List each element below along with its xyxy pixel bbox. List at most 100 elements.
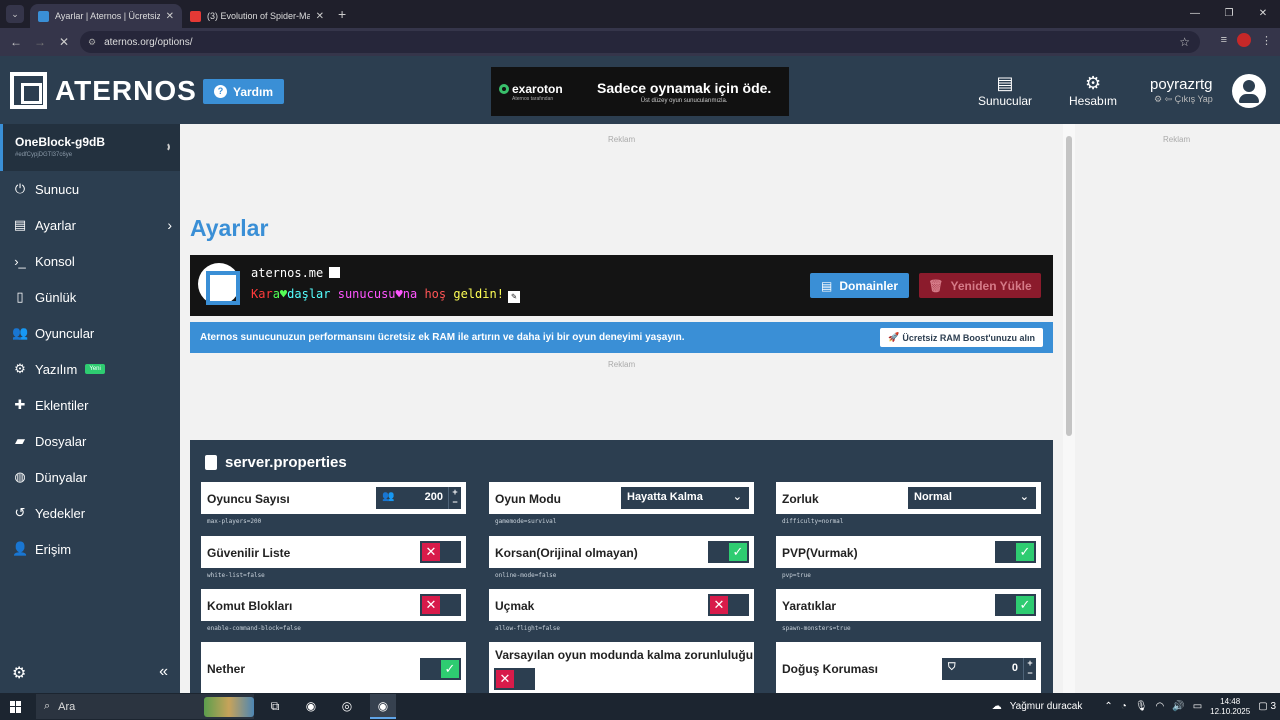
server-selector[interactable]: OneBlock-g9dB #edfCypjDGTl37c6ye	[0, 124, 180, 171]
prop-spawn-protection: Doğuş Koruması ⛉ 0 + −	[776, 642, 1041, 693]
notification-icon[interactable]: ▢ 3	[1258, 701, 1276, 712]
sidebar-item-gunluk[interactable]: ▯ Günlük	[0, 279, 180, 315]
aternos-logo[interactable]: ATERNOS	[10, 72, 197, 109]
sidebar-item-dunyalar[interactable]: ◍ Dünyalar	[0, 459, 180, 495]
help-label: Yardım	[232, 84, 274, 99]
restore-icon[interactable]: ❐	[1212, 0, 1246, 28]
taskbar-search[interactable]: ⌕ Ara	[36, 694, 254, 719]
ram-boost-button[interactable]: 🚀 Ücretsiz RAM Boost'unuzu alın	[880, 328, 1043, 347]
tab-search-icon[interactable]: ⌄	[6, 5, 24, 23]
prop-white-list: Güvenilir Liste ✕ white-list=false	[201, 536, 466, 579]
minimize-icon[interactable]: —	[1178, 0, 1212, 28]
x-icon: ✕	[422, 596, 440, 614]
aternos-logo-icon	[10, 72, 47, 109]
sidebar-item-label: Eklentiler	[35, 397, 89, 413]
logout-link[interactable]: ⚙ ⇦ Çıkış Yap	[1154, 94, 1213, 105]
x-icon: ✕	[422, 543, 440, 561]
weather-icon[interactable]: ☁	[992, 701, 1002, 712]
reload-button[interactable]: 🗑 Yeniden Yükle	[919, 273, 1041, 298]
props-title: server.properties	[205, 454, 347, 471]
server-address[interactable]: aternos.me	[251, 266, 341, 280]
app-icon[interactable]: ◎	[334, 694, 360, 719]
tray-chevron-icon[interactable]: ⌃	[1104, 701, 1112, 712]
close-tab-icon[interactable]: ✕	[316, 11, 324, 22]
plus-minus-buttons[interactable]: + −	[1023, 658, 1036, 680]
prop-label: Uçmak	[495, 599, 535, 613]
logout-label: Çıkış Yap	[1174, 94, 1213, 104]
white-list-toggle[interactable]: ✕	[420, 541, 461, 563]
stop-loading-icon[interactable]: ✕	[52, 35, 76, 49]
avatar[interactable]	[1232, 74, 1266, 108]
notification-count: 3	[1270, 701, 1276, 712]
help-button[interactable]: ? Yardım	[203, 79, 284, 104]
sidebar-item-erisim[interactable]: 👤 Erişim	[0, 531, 180, 567]
prop-key: white-list=false	[207, 572, 265, 579]
close-window-icon[interactable]: ✕	[1246, 0, 1280, 28]
settings-gear-icon[interactable]: ⚙	[12, 663, 26, 683]
wifi-icon[interactable]: ◠	[1156, 701, 1165, 712]
nether-toggle[interactable]: ✓	[420, 658, 461, 680]
url-text: aternos.org/options/	[104, 36, 193, 48]
check-icon: ✓	[441, 660, 459, 678]
sidebar-item-eklentiler[interactable]: ✚ Eklentiler	[0, 387, 180, 423]
new-tab-button[interactable]: +	[338, 6, 346, 22]
pvp-toggle[interactable]: ✓	[995, 541, 1036, 563]
back-icon[interactable]: ←	[4, 35, 28, 49]
sidebar-item-konsol[interactable]: ›_ Konsol	[0, 243, 180, 279]
sidebar-item-oyuncular[interactable]: 👥 Oyuncular	[0, 315, 180, 351]
domains-button[interactable]: ▤ Domainler	[810, 273, 909, 298]
page-title: Ayarlar	[190, 215, 269, 241]
search-highlight-image	[204, 696, 254, 717]
online-mode-toggle[interactable]: ✓	[708, 541, 749, 563]
exaroton-ad-banner[interactable]: exaroton Aternos tarafından Sadece oynam…	[491, 67, 789, 116]
chrome-icon[interactable]: ◉	[370, 694, 396, 719]
sidebar-item-yazilim[interactable]: ⚙ Yazılım Yeni	[0, 351, 180, 387]
steam-icon[interactable]: ◉	[298, 694, 324, 719]
plus-minus-buttons[interactable]: + −	[448, 487, 461, 509]
mic-icon[interactable]: 🎙	[1135, 701, 1148, 712]
collapse-sidebar-icon[interactable]: «	[159, 663, 168, 683]
battery-icon[interactable]: ▭	[1193, 701, 1202, 712]
edit-icon[interactable]: ✎	[507, 291, 520, 303]
site-info-icon[interactable]: ⚙	[88, 37, 96, 48]
profile-icon[interactable]	[1237, 33, 1251, 47]
allow-flight-toggle[interactable]: ✕	[708, 594, 749, 616]
page-scrollbar[interactable]	[1063, 124, 1075, 693]
sidebar-item-ayarlar[interactable]: ▤ Ayarlar ›	[0, 207, 180, 243]
scrollbar-thumb[interactable]	[1066, 136, 1072, 436]
gamemode-select[interactable]: Hayatta Kalma ⌄	[621, 487, 749, 509]
network-icon[interactable]: ◔	[1121, 701, 1127, 712]
volume-icon[interactable]: 🔊	[1172, 701, 1184, 712]
windows-start-icon[interactable]	[10, 700, 22, 713]
sidebar-item-label: Oyuncular	[35, 325, 95, 341]
prop-label: Komut Blokları	[207, 599, 293, 613]
sidebar: OneBlock-g9dB #edfCypjDGTl37c6ye ⏻ Sunucu…	[0, 124, 180, 693]
motd-part: daşlar	[287, 287, 338, 301]
max-players-stepper[interactable]: 👥 200 + −	[376, 487, 461, 509]
media-icon[interactable]: ≡	[1221, 34, 1227, 46]
close-tab-icon[interactable]: ✕	[166, 11, 174, 22]
props-title-text: server.properties	[225, 454, 347, 471]
browser-menu-icon[interactable]: ⋮	[1261, 34, 1272, 47]
sidebar-item-yedekler[interactable]: ↺ Yedekler	[0, 495, 180, 531]
server-properties-panel: server.properties Oyuncu Sayısı 👥 200 + −…	[190, 440, 1053, 693]
spawn-monsters-toggle[interactable]: ✓	[995, 594, 1036, 616]
sidebar-item-dosyalar[interactable]: ▰ Dosyalar	[0, 423, 180, 459]
force-gamemode-toggle[interactable]: ✕	[494, 668, 535, 690]
spawn-protection-stepper[interactable]: ⛉ 0 + −	[942, 658, 1036, 680]
difficulty-select[interactable]: Normal ⌄	[908, 487, 1036, 509]
user-gear-icon: 👤	[12, 541, 29, 556]
sidebar-item-sunucu[interactable]: ⏻ Sunucu	[0, 171, 180, 207]
tab-youtube[interactable]: (3) Evolution of Spider-Man in ✕	[182, 4, 332, 28]
url-field[interactable]: ⚙ aternos.org/options/ ☆	[80, 31, 1200, 53]
command-block-toggle[interactable]: ✕	[420, 594, 461, 616]
task-view-icon[interactable]: ⧉	[262, 694, 288, 719]
weather-text[interactable]: Yağmur duracak	[1010, 701, 1083, 712]
servers-link[interactable]: ▤ Sunucular	[978, 72, 1032, 108]
copy-icon[interactable]	[329, 267, 341, 278]
forward-icon[interactable]: →	[28, 35, 52, 49]
clock[interactable]: 14:48 12.10.2025	[1210, 697, 1250, 717]
tab-aternos[interactable]: Ayarlar | Aternos | Ücretsiz Minecraft ✕	[30, 4, 182, 28]
account-link[interactable]: ⚙ Hesabım	[1069, 72, 1117, 108]
bookmark-star-icon[interactable]: ☆	[1179, 35, 1190, 49]
